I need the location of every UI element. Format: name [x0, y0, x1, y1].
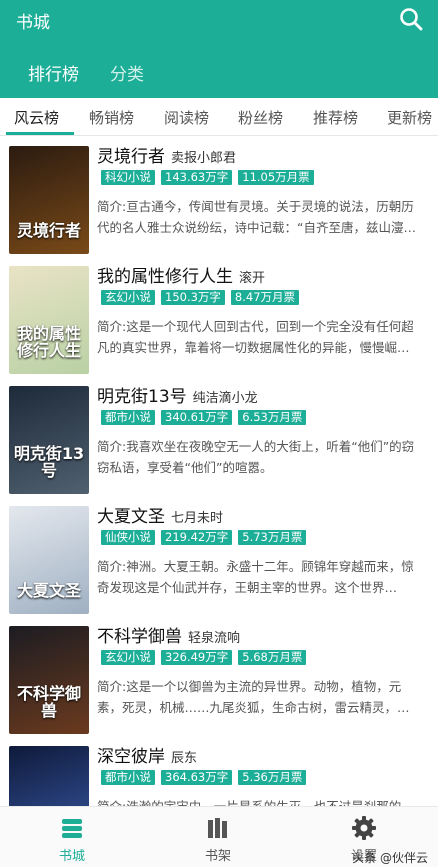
- book-list-item[interactable]: 我的属性修行人生 我的属性修行人生 滚开 玄幻小说 150.3万字 8.47万月票 简介:这…: [0, 256, 438, 376]
- word-count-tag: 364.63万字: [161, 770, 233, 785]
- subtab-yuedu[interactable]: 阅读榜: [164, 107, 209, 128]
- book-title-line: 灵境行者 卖报小郎君: [97, 142, 236, 167]
- monthly-tickets-tag: 5.68万月票: [238, 650, 307, 665]
- bookshelf-icon: [208, 818, 227, 838]
- book-cover[interactable]: 我的属性修行人生: [9, 266, 89, 374]
- book-title-line: 我的属性修行人生 滚开: [97, 262, 265, 287]
- book-list-item[interactable]: 深空彼岸深空彼岸辰东都市小说364.63万字5.36万月票简介:浩瀚的宇宙中，一…: [0, 736, 438, 806]
- book-cover[interactable]: 不科学御兽: [9, 626, 89, 734]
- book-cover[interactable]: 大夏文圣: [9, 506, 89, 614]
- book-list-item[interactable]: 大夏文圣 大夏文圣 七月未时 仙侠小说 219.42万字 5.73万月票 简介:神洲。大夏王…: [0, 496, 438, 616]
- book-title-line: 明克街13号 纯洁滴小龙: [97, 382, 258, 407]
- app-screen: 书城 排行榜 分类 风云榜 畅销榜 阅读榜 粉丝榜 推荐榜 更新榜 灵境行者 灵境…: [0, 0, 438, 867]
- book-title[interactable]: 我的属性修行人生: [97, 267, 233, 287]
- book-title[interactable]: 深空彼岸: [97, 747, 165, 767]
- cover-title: 我的属性修行人生: [16, 323, 81, 361]
- word-count-tag: 340.61万字: [161, 410, 233, 425]
- book-tags: 玄幻小说 326.49万字 5.68万月票: [101, 646, 312, 665]
- search-icon[interactable]: [398, 6, 424, 32]
- category-bar: 排行榜 分类: [0, 38, 438, 98]
- word-count-tag: 219.42万字: [161, 530, 233, 545]
- book-tags: 都市小说 364.63万字 5.36万月票: [101, 766, 312, 785]
- subtab-tuijian[interactable]: 推荐榜: [313, 107, 358, 128]
- word-count-tag: 326.49万字: [161, 650, 233, 665]
- book-intro: 简介:我喜欢坐在夜晚空无一人的大街上，听着“他们”的窃窃私语，享受着“他们”的喧…: [97, 439, 415, 475]
- book-intro: 简介:亘古通今，传闻世有灵境。关于灵境的说法，历朝历代的名人雅士众说纷纭，诗中记…: [97, 199, 416, 235]
- subtab-fensi[interactable]: 粉丝榜: [238, 107, 283, 128]
- book-intro: 简介:浩瀚的宇宙中，一片星系的生灭，也不过是刹那的瑕…: [97, 796, 423, 806]
- genre-tag: 玄幻小说: [101, 650, 155, 665]
- nav-bookshelf[interactable]: 书架: [178, 815, 258, 864]
- book-title[interactable]: 明克街13号: [97, 387, 187, 407]
- nav-bookstore[interactable]: 书城: [32, 815, 112, 864]
- cover-title: 大夏文圣: [16, 581, 81, 601]
- book-tags: 仙侠小说 219.42万字 5.73万月票: [101, 526, 312, 545]
- book-intro: 简介:这是一个以御兽为主流的异世界。动物，植物，元素，死灵，机械……九尾炎狐，生…: [97, 679, 410, 715]
- book-list-item[interactable]: 灵境行者 灵境行者 卖报小郎君 科幻小说 143.63万字 11.05万月票 简介:亘古通今…: [0, 136, 438, 256]
- gear-icon: [352, 816, 376, 840]
- genre-tag: 仙侠小说: [101, 530, 155, 545]
- watermark: 头条 @伙伴云: [352, 851, 428, 865]
- genre-tag: 都市小说: [101, 770, 155, 785]
- monthly-tickets-tag: 8.47万月票: [230, 290, 300, 305]
- word-count-tag: 143.63万字: [161, 170, 233, 185]
- monthly-tickets-tag: 5.36万月票: [238, 770, 307, 785]
- book-author: 滚开: [239, 271, 266, 286]
- book-author: 纯洁滴小龙: [192, 391, 258, 406]
- word-count-tag: 150.3万字: [161, 290, 225, 305]
- book-cover[interactable]: 明克街13号: [9, 386, 89, 494]
- subtab-fengyun[interactable]: 风云榜: [14, 107, 59, 128]
- tab-ranking[interactable]: 排行榜: [28, 60, 79, 85]
- genre-tag: 科幻小说: [101, 170, 155, 185]
- book-author: 七月未时: [171, 511, 224, 526]
- book-cover[interactable]: 灵境行者: [9, 146, 89, 254]
- book-author: 轻泉流响: [188, 631, 241, 646]
- book-list: 灵境行者 灵境行者 卖报小郎君 科幻小说 143.63万字 11.05万月票 简介:亘古通今…: [0, 136, 438, 806]
- monthly-tickets-tag: 6.53万月票: [238, 410, 307, 425]
- genre-tag: 都市小说: [101, 410, 155, 425]
- nav-bookstore-label: 书城: [58, 849, 85, 864]
- book-list-item[interactable]: 明克街13号 明克街13号 纯洁滴小龙 都市小说 340.61万字 6.53万月票 简介:我…: [0, 376, 438, 496]
- book-title-line: 不科学御兽 轻泉流响: [97, 622, 240, 647]
- book-list-item[interactable]: 不科学御兽 不科学御兽 轻泉流响 玄幻小说 326.49万字 5.68万月票 简介:这是一个…: [0, 616, 438, 736]
- book-title[interactable]: 不科学御兽: [97, 627, 182, 647]
- monthly-tickets-tag: 5.73万月票: [238, 530, 307, 545]
- book-tags: 科幻小说 143.63万字 11.05万月票: [101, 166, 320, 185]
- bookstore-icon: [62, 819, 82, 838]
- genre-tag: 玄幻小说: [101, 290, 155, 305]
- cover-title: 明克街13号: [13, 443, 85, 481]
- book-tags: 玄幻小说 150.3万字 8.47万月票: [101, 286, 305, 305]
- book-title[interactable]: 灵境行者: [97, 147, 165, 167]
- ranking-subtabs: 风云榜 畅销榜 阅读榜 粉丝榜 推荐榜 更新榜: [0, 98, 438, 136]
- book-title-line: 深空彼岸 辰东: [97, 742, 197, 767]
- book-intro: 简介:神洲。大夏王朝。永盛十二年。顾锦年穿越而来，惊奇发现这是个仙武并存，王朝主…: [97, 559, 414, 595]
- cover-title: 不科学御兽: [16, 683, 81, 721]
- book-title-line: 大夏文圣 七月未时: [97, 502, 223, 527]
- book-title[interactable]: 大夏文圣: [97, 507, 165, 527]
- book-author: 辰东: [171, 751, 198, 766]
- subtab-gengxin[interactable]: 更新榜: [387, 107, 432, 128]
- subtab-changxiao[interactable]: 畅销榜: [89, 107, 134, 128]
- book-author: 卖报小郎君: [171, 151, 237, 166]
- book-cover[interactable]: 深空彼岸: [9, 746, 89, 806]
- cover-title: 灵境行者: [16, 221, 81, 241]
- active-tab-indicator: [6, 132, 74, 135]
- book-intro: 简介:这是一个现代人回到古代，回到一个完全没有任何超凡的真实世界，靠着将一切数据…: [97, 319, 414, 355]
- book-tags: 都市小说 340.61万字 6.53万月票: [101, 406, 312, 425]
- nav-bookshelf-label: 书架: [204, 849, 231, 864]
- page-title: 书城: [16, 13, 50, 33]
- tab-categories[interactable]: 分类: [110, 60, 144, 85]
- monthly-tickets-tag: 11.05万月票: [238, 170, 314, 185]
- top-bar: 书城: [0, 0, 438, 38]
